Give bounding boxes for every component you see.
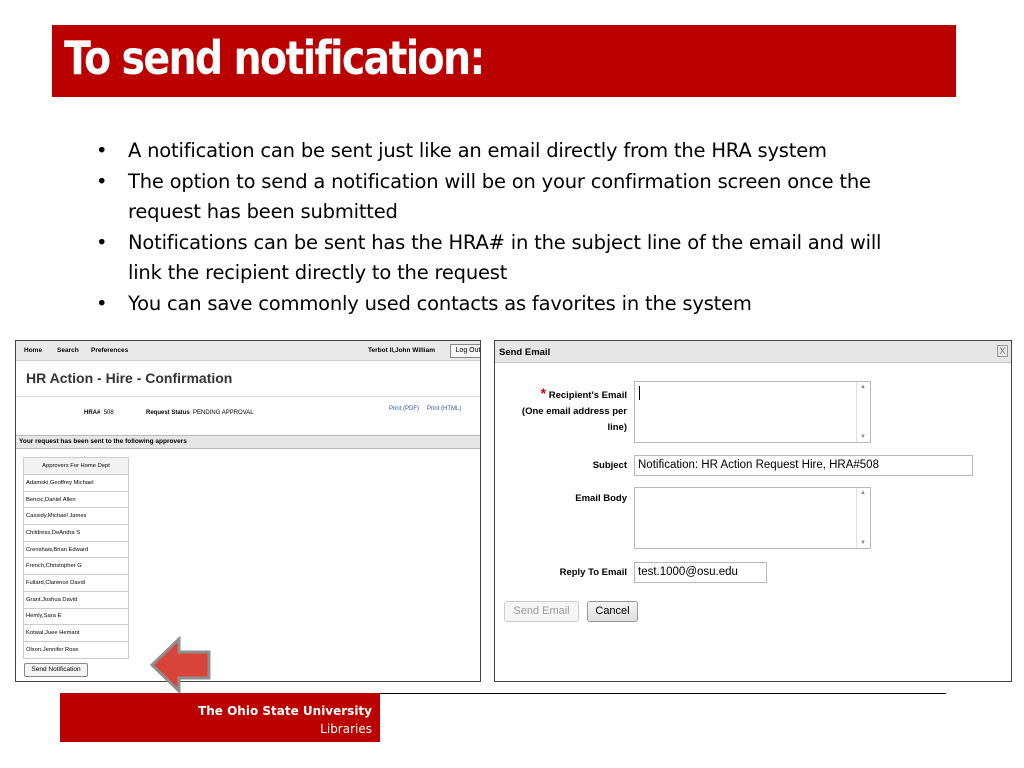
hra-number: HRA# 508 — [84, 410, 114, 416]
approver-name: Cassidy,Michael James — [23, 507, 129, 526]
text-caret — [639, 386, 640, 400]
approver-name: Bencic,Daniel Allen — [23, 490, 129, 509]
bullet-text: A notification can be sent just like an … — [128, 139, 827, 162]
approver-name: Childress,DeAndra S — [23, 524, 129, 542]
left-arrow-icon — [150, 636, 211, 694]
footer-university: The Ohio State University — [198, 704, 372, 718]
email-body-field[interactable]: ▲ ▼ — [634, 487, 871, 549]
table-row: Childress,DeAndra S — [23, 524, 129, 542]
title-banner: To send notification: — [52, 25, 956, 97]
table-row: French,Christopher G — [23, 557, 129, 576]
recipient-email-field[interactable]: ▲ ▼ — [634, 381, 871, 443]
subject-label: Subject — [592, 460, 627, 471]
bullet-item: • The option to send a notification will … — [96, 167, 916, 228]
recipient-label-text: Recipient's Email — [548, 390, 627, 401]
bullet-dot: • — [96, 291, 108, 315]
print-html-link[interactable]: Print (HTML) — [427, 406, 461, 412]
footer-logo-box: The Ohio State University Libraries — [60, 693, 380, 742]
user-name: Terbot II,John William — [368, 347, 435, 354]
approver-name: Kotwal,Juee Hemant — [23, 624, 129, 642]
print-pdf-link[interactable]: Print (PDF) — [389, 406, 419, 412]
close-icon[interactable]: X — [997, 345, 1008, 357]
bullet-list: • A notification can be sent just like an… — [96, 136, 916, 319]
confirmation-screen: Home Search Preferences Terbot II,John W… — [15, 340, 481, 682]
send-email-button[interactable]: Send Email — [504, 601, 579, 622]
bullet-item: • You can save commonly used contacts as … — [96, 289, 916, 320]
body-scrollbar[interactable]: ▲ ▼ — [856, 488, 870, 548]
table-row: Cassidy,Michael James — [23, 507, 129, 526]
approver-name: Olson,Jennifer Rose — [23, 640, 129, 659]
approvers-header: Approvers For Home Dept — [23, 457, 129, 475]
scroll-up-icon[interactable]: ▲ — [860, 384, 866, 390]
approvers-message: Your request has been sent to the follow… — [16, 435, 480, 449]
nav-home[interactable]: Home — [24, 347, 42, 354]
bullet-dot: • — [96, 230, 108, 254]
table-row: Crenshaw,Brian Edward — [23, 540, 129, 559]
send-email-dialog: Send Email X * Recipient's Email (One em… — [494, 340, 1012, 682]
approver-name: Hemly,Sara E — [23, 607, 129, 626]
email-body-label: Email Body — [575, 493, 627, 504]
bullet-text: The option to send a notification will b… — [128, 169, 871, 224]
approvers-table: Approvers For Home Dept Adamski,Geoffrey… — [23, 457, 129, 659]
top-nav: Home Search Preferences Terbot II,John W… — [16, 341, 480, 361]
bullet-dot: • — [96, 139, 108, 162]
recipient-scrollbar[interactable]: ▲ ▼ — [856, 382, 870, 442]
footer-unit: Libraries — [320, 722, 372, 736]
approver-name: Fullard,Clarence David — [23, 574, 129, 592]
footer-divider — [380, 693, 946, 694]
table-row: Adamski,Geoffrey Michael — [23, 474, 129, 492]
scroll-up-icon[interactable]: ▲ — [860, 490, 866, 496]
approver-name: Crenshaw,Brian Edward — [23, 540, 129, 559]
bullet-text: Notifications can be sent has the HRA# i… — [128, 230, 882, 285]
bullet-dot: • — [96, 169, 108, 193]
logout-button[interactable]: Log Out — [450, 344, 480, 358]
bullet-item: • Notifications can be sent has the HRA# … — [96, 228, 916, 289]
send-notification-button[interactable]: Send Notification — [24, 663, 88, 677]
page-title: HR Action - Hire - Confirmation — [26, 370, 233, 386]
status-value: PENDING APPROVAL — [193, 410, 254, 416]
divider — [16, 396, 480, 397]
recipient-hint-2: line) — [607, 422, 627, 433]
status-label: Request Status — [146, 410, 190, 416]
nav-preferences[interactable]: Preferences — [91, 347, 128, 354]
required-icon: * — [540, 385, 547, 401]
table-row: Grant,Joshua David — [23, 590, 129, 609]
recipient-label: * Recipient's Email (One email address p… — [495, 385, 627, 436]
table-row: Olson,Jennifer Rose — [23, 640, 129, 659]
bullet-text: You can save commonly used contacts as f… — [128, 291, 752, 315]
dialog-titlebar: Send Email X — [495, 341, 1011, 363]
table-row: Hemly,Sara E — [23, 607, 129, 626]
bullet-item: • A notification can be sent just like an… — [96, 136, 916, 167]
hra-label: HRA# — [84, 410, 101, 416]
subject-field[interactable]: Notification: HR Action Request Hire, HR… — [634, 455, 973, 476]
dialog-title: Send Email — [499, 347, 551, 358]
request-status: Request Status PENDING APPROVAL — [146, 410, 254, 416]
reply-to-field[interactable]: test.1000@osu.edu — [634, 562, 767, 583]
approver-name: French,Christopher G — [23, 557, 129, 576]
table-row: Kotwal,Juee Hemant — [23, 624, 129, 642]
table-row: Bencic,Daniel Allen — [23, 490, 129, 509]
table-row: Fullard,Clarence David — [23, 574, 129, 592]
scroll-down-icon[interactable]: ▼ — [860, 434, 866, 440]
approver-name: Adamski,Geoffrey Michael — [23, 474, 129, 492]
slide-title: To send notification: — [64, 31, 485, 85]
approver-name: Grant,Joshua David — [23, 590, 129, 609]
reply-to-label: Reply To Email — [559, 567, 627, 578]
scroll-down-icon[interactable]: ▼ — [860, 540, 866, 546]
recipient-hint-1: (One email address per — [521, 406, 627, 417]
nav-search[interactable]: Search — [57, 347, 79, 354]
cancel-button[interactable]: Cancel — [587, 601, 638, 622]
hra-value: 508 — [103, 410, 114, 416]
